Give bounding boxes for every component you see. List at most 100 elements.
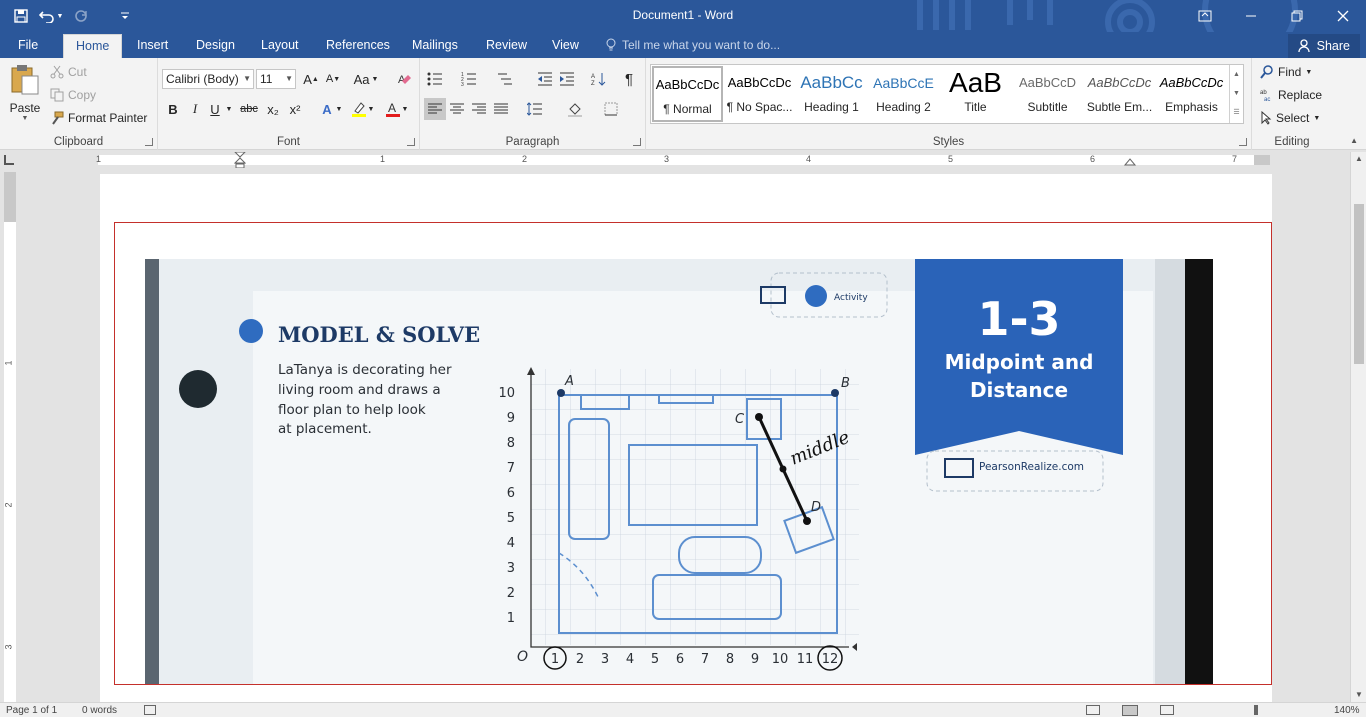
more-styles-icon[interactable]: ☰ [1230,103,1243,122]
ruler-number: 6 [1090,154,1096,164]
scroll-up-icon[interactable]: ▲ [1351,152,1366,166]
paste-button[interactable]: Paste ▼ [6,62,44,130]
cut-button[interactable]: Cut [50,62,87,82]
change-case-button[interactable]: Aa ▼ [352,68,380,90]
hole-punch [179,370,217,408]
scroll-down-icon[interactable]: ▼ [1351,688,1366,702]
shrink-font-icon[interactable]: A ▼ [322,68,344,90]
collapse-ribbon-icon[interactable]: ▲ [1350,136,1358,145]
line-spacing-icon[interactable] [524,98,546,120]
clear-formatting-icon[interactable]: A [394,68,416,90]
find-button[interactable]: Find ▼ [1260,62,1312,82]
tab-layout[interactable]: Layout [249,34,311,58]
svg-text:3: 3 [461,82,464,86]
style-title[interactable]: AaB Title [940,66,1011,122]
tab-mailings[interactable]: Mailings [400,34,470,58]
restore-icon[interactable] [1274,0,1320,32]
style-heading-2[interactable]: AaBbCcE Heading 2 [868,66,939,122]
increase-indent-icon[interactable] [556,68,578,90]
style-subtle-emphasis[interactable]: AaBbCcDc Subtle Em... [1084,66,1155,122]
proofing-icon[interactable] [144,705,156,715]
tab-home[interactable]: Home [63,34,123,58]
right-indent-marker-icon[interactable] [1124,156,1136,166]
word-count[interactable]: 0 words [82,705,117,716]
format-painter-button[interactable]: Format Painter [50,108,147,128]
share-button[interactable]: Share [1287,34,1360,58]
worksheet-photo[interactable]: MODEL & SOLVE LaTanya is decorating her … [145,259,1213,685]
copy-button[interactable]: Copy [50,85,96,105]
vertical-ruler[interactable]: 1 2 3 [4,172,16,702]
x-tick: 10 [772,652,789,667]
horizontal-ruler[interactable]: 1 1 2 3 4 5 6 7 [22,152,1350,168]
superscript-button[interactable]: x² [284,98,306,120]
numbering-icon[interactable]: 123 [458,68,480,90]
scroll-thumb[interactable] [1354,204,1364,364]
search-icon [1260,65,1273,79]
show-formatting-icon[interactable]: ¶ [618,68,640,90]
shading-icon[interactable] [564,98,586,120]
font-launcher-icon[interactable] [407,138,415,146]
select-button[interactable]: Select ▼ [1260,108,1320,128]
ruler-number: 4 [806,154,812,164]
text-effects-dropdown-icon[interactable]: ▼ [334,98,344,120]
svg-text:ab: ab [1260,90,1267,96]
chevron-up-icon[interactable]: ▲ [1230,65,1243,84]
align-left-icon[interactable] [424,98,446,120]
align-center-icon[interactable] [446,98,468,120]
style-normal[interactable]: AaBbCcDc ¶ Normal [652,66,723,122]
tell-me-box[interactable]: Tell me what you want to do... [606,38,780,52]
tab-selector[interactable] [4,155,14,165]
bold-button[interactable]: B [162,98,184,120]
align-right-icon[interactable] [468,98,490,120]
style-no-spacing[interactable]: AaBbCcDc ¶ No Spac... [724,66,795,122]
paintbrush-icon [52,111,64,125]
style-emphasis[interactable]: AaBbCcDc Emphasis [1156,66,1227,122]
tab-file[interactable]: File [6,34,50,58]
label-c: C [735,412,745,427]
zoom-level[interactable]: 140% [1334,705,1360,716]
bullets-icon[interactable] [424,68,446,90]
subscript-button[interactable]: x₂ [262,98,284,120]
print-layout-icon[interactable] [1122,705,1138,716]
highlight-dropdown-icon[interactable]: ▼ [366,98,376,120]
tab-view[interactable]: View [540,34,591,58]
strikethrough-button[interactable]: abc [238,98,260,120]
replace-button[interactable]: ab ac Replace [1260,85,1322,105]
read-mode-icon[interactable] [1086,705,1100,715]
style-heading-1[interactable]: AaBbCc Heading 1 [796,66,867,122]
borders-icon[interactable] [600,98,622,120]
zoom-slider-thumb[interactable] [1254,705,1258,715]
tab-design[interactable]: Design [184,34,247,58]
justify-icon[interactable] [490,98,512,120]
ruler-number: 2 [522,154,528,164]
ribbon-display-icon[interactable] [1182,0,1228,32]
styles-scroll[interactable]: ▲ ▼ ☰ [1229,65,1243,123]
italic-button[interactable]: I [184,98,206,120]
page-count[interactable]: Page 1 of 1 [6,705,57,716]
style-subtitle[interactable]: AaBbCcD Subtitle [1012,66,1083,122]
multilevel-list-icon[interactable] [494,68,516,90]
picture-frame[interactable]: MODEL & SOLVE LaTanya is decorating her … [114,222,1272,685]
grow-font-icon[interactable]: A ▲ [300,68,322,90]
font-family-select[interactable]: Calibri (Body) ▼ [162,69,254,89]
underline-dropdown-icon[interactable]: ▼ [224,98,234,120]
clipboard-launcher-icon[interactable] [145,138,153,146]
vertical-scrollbar[interactable]: ▲ ▼ [1350,152,1366,702]
tab-references[interactable]: References [314,34,402,58]
decrease-indent-icon[interactable] [534,68,556,90]
vruler-number: 3 [3,644,14,650]
paragraph-launcher-icon[interactable] [633,138,641,146]
web-layout-icon[interactable] [1160,705,1174,715]
tab-review[interactable]: Review [474,34,539,58]
minimize-icon[interactable] [1228,0,1274,32]
styles-launcher-icon[interactable] [1239,138,1247,146]
tab-insert[interactable]: Insert [125,34,180,58]
chevron-down-icon[interactable]: ▼ [1230,84,1243,103]
font-size-select[interactable]: 11 ▼ [256,69,296,89]
font-color-dropdown-icon[interactable]: ▼ [400,98,410,120]
document-page[interactable]: MODEL & SOLVE LaTanya is decorating her … [100,174,1272,702]
underline-button[interactable]: U [206,98,224,120]
close-icon[interactable] [1320,0,1366,32]
indent-marker-icon[interactable] [234,152,246,168]
sort-icon[interactable]: AZ [588,68,610,90]
